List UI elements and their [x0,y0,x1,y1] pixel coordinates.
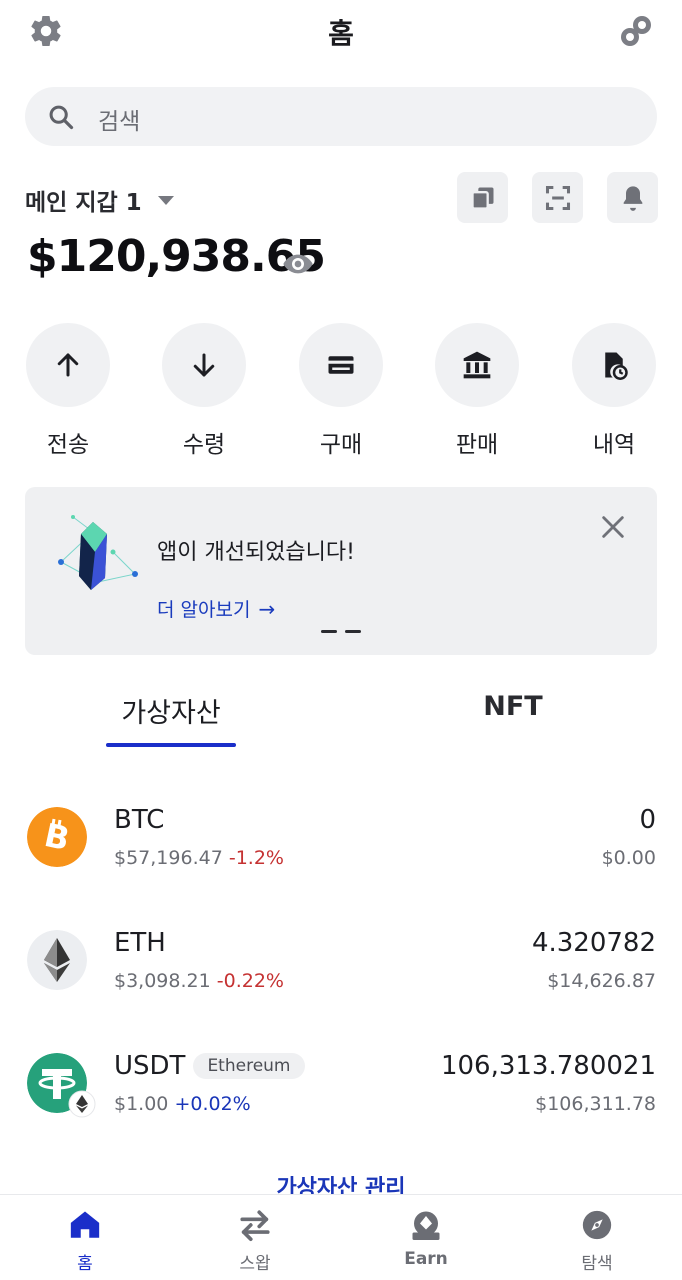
buy-button[interactable]: 구매 [299,323,383,459]
search-placeholder: 검색 [98,109,141,135]
send-button[interactable]: 전송 [26,323,110,459]
card-icon [328,356,354,374]
ethereum-network-badge-icon [68,1090,96,1118]
bank-icon [463,351,491,379]
nav-swap-label: 스왑 [239,1254,271,1274]
tab-nft[interactable]: NFT [450,691,576,722]
page-title: 홈 [328,17,354,50]
sell-label: 판매 [455,432,499,458]
buy-label: 구매 [319,432,363,458]
banner-title: 앱이 개선되었습니다! [157,540,355,565]
carousel-indicator [321,630,361,633]
ethereum-icon [27,930,87,990]
receive-label: 수령 [182,432,226,458]
learn-more-link[interactable]: 더 알아보기 → [157,595,275,622]
search-icon [49,105,74,130]
asset-value: $0.00 [601,847,656,869]
eye-icon[interactable] [282,250,314,278]
asset-price: $3,098.21 -0.22% [114,970,284,992]
asset-symbol: USDT [114,1051,186,1081]
nav-earn-label: Earn [404,1249,448,1269]
asset-price: $1.00 +0.02% [114,1093,251,1115]
caret-down-icon [157,195,174,205]
earn-icon [412,1211,440,1240]
price-change: -1.2% [228,847,284,869]
asset-row-btc[interactable]: B BTC $57,196.47 -1.2% 0 $0.00 [0,805,682,897]
bottom-navigation: 홈 스왑 Earn 탐색 [0,1194,682,1280]
bell-icon [623,185,642,211]
swap-icon [240,1210,270,1242]
nav-explore-label: 탐색 [581,1254,613,1274]
wallet-name: 메인 지갑 1 [25,190,142,216]
bitcoin-icon: B [27,807,87,867]
wallet-selector[interactable]: 메인 지갑 1 [25,183,174,217]
network-badge: Ethereum [193,1053,305,1079]
arrow-up-icon [57,353,79,377]
crystal-illustration [58,515,138,590]
send-label: 전송 [46,432,90,458]
total-balance: $120,938.65 [27,231,326,282]
history-button[interactable]: 내역 [572,323,656,459]
copy-icon [470,187,493,210]
asset-value: $106,311.78 [535,1093,656,1115]
sell-button[interactable]: 판매 [435,323,519,459]
top-bar: 홈 [0,0,682,66]
tab-crypto[interactable]: 가상자산 [106,691,236,730]
scan-button[interactable] [532,172,583,223]
compass-icon [582,1210,612,1240]
nav-home[interactable]: 홈 [35,1205,135,1274]
promo-banner[interactable]: 앱이 개선되었습니다! 더 알아보기 → [25,487,657,655]
asset-quantity: 106,313.780021 [440,1051,656,1081]
history-icon [605,352,628,380]
active-tab-indicator [106,743,236,747]
arrow-down-icon [193,353,215,377]
asset-price: $57,196.47 -1.2% [114,847,284,869]
scan-icon [545,185,570,210]
price-change: +0.02% [174,1093,251,1115]
nav-swap[interactable]: 스왑 [205,1205,305,1274]
asset-quantity: 0 [639,805,656,835]
asset-quantity: 4.320782 [531,928,656,958]
walletconnect-icon[interactable] [616,13,656,49]
nav-explore[interactable]: 탐색 [547,1205,647,1274]
nav-home-label: 홈 [77,1254,93,1274]
asset-value: $14,626.87 [547,970,656,992]
asset-symbol-row: USDT Ethereum [114,1051,305,1081]
asset-row-usdt[interactable]: USDT Ethereum $1.00 +0.02% 106,313.78002… [0,1051,682,1143]
asset-symbol: BTC [114,805,165,835]
receive-button[interactable]: 수령 [162,323,246,459]
arrow-right-icon: → [258,596,276,621]
notification-button[interactable] [607,172,658,223]
nav-earn[interactable]: Earn [376,1205,476,1269]
asset-symbol: ETH [114,928,166,958]
copy-button[interactable] [457,172,508,223]
history-label: 내역 [592,432,636,458]
home-icon [70,1211,100,1238]
search-input[interactable]: 검색 [25,87,657,146]
learn-more-label: 더 알아보기 [157,599,251,621]
asset-row-eth[interactable]: ETH $3,098.21 -0.22% 4.320782 $14,626.87 [0,928,682,1020]
price-change: -0.22% [216,970,284,992]
close-icon[interactable] [599,513,627,541]
